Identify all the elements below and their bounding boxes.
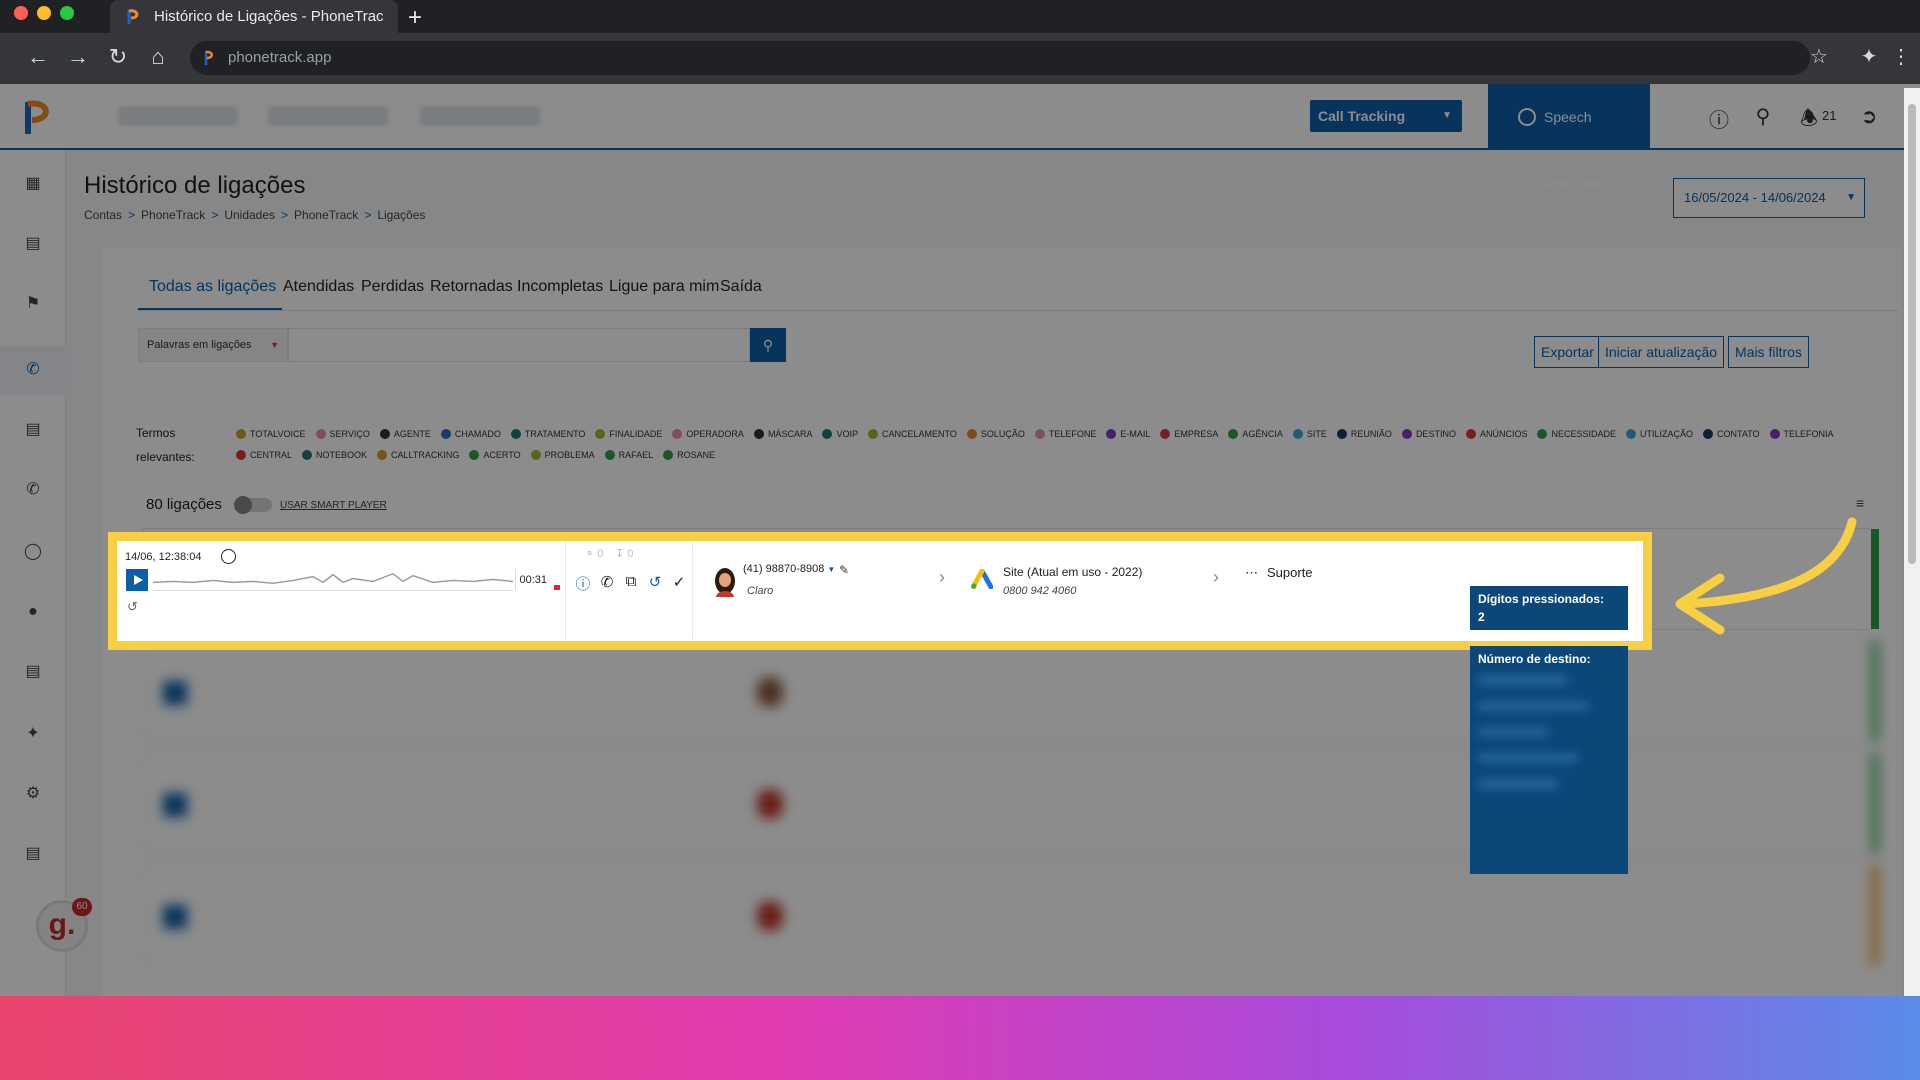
chevron-right-icon: › [1213, 567, 1219, 587]
back-icon[interactable]: ← [22, 41, 54, 73]
destination-tooltip: Número de destino: [1470, 646, 1628, 874]
dialpad-icon: ⋯ [1245, 565, 1258, 580]
volume-indicator [554, 585, 560, 590]
bookmark-star-icon[interactable]: ☆ [1804, 41, 1834, 73]
digits-tooltip: Dígitos pressionados: 2 [1470, 586, 1628, 630]
maximize-window-button[interactable] [60, 6, 74, 20]
url-text: phonetrack.app [228, 49, 332, 66]
listens-value: 0 [597, 548, 604, 560]
browser-tab-bar: Histórico de Ligações - PhoneTrac + [0, 0, 1920, 33]
extensions-icon[interactable]: ✦ [1854, 41, 1884, 73]
audio-waveform[interactable] [153, 569, 513, 591]
home-icon[interactable]: ⌂ [142, 41, 174, 73]
new-tab-button[interactable]: + [408, 4, 422, 32]
share-icon[interactable]: ✓ [670, 573, 688, 591]
tracking-number: 0800 942 4060 [1003, 585, 1077, 597]
history-icon[interactable]: ↺ [646, 573, 664, 591]
call-row-content: 14/06, 12:38:04 ⚬ 0 ↧ 0 00:31 ↺ ⓘ ✆ ⧉ ↺ … [117, 541, 1643, 641]
scrollbar-thumb[interactable] [1908, 104, 1916, 564]
reload-icon[interactable]: ↻ [102, 41, 134, 73]
call-source: Site (Atual em uso - 2022) [1003, 565, 1143, 579]
play-button[interactable] [126, 569, 148, 591]
column-divider [565, 541, 566, 641]
digits-value: 2 [1478, 610, 1485, 624]
listens-count: ⚬ 0 [585, 548, 604, 560]
destination-label: Número de destino: [1478, 652, 1591, 666]
tooltip-blurred-content [1478, 676, 1620, 788]
address-bar[interactable]: phonetrack.app [190, 41, 1810, 75]
close-window-button[interactable] [14, 6, 28, 20]
browser-menu-icon[interactable]: ⋮ [1886, 41, 1916, 73]
edit-icon[interactable]: ✎ [839, 563, 849, 577]
page-scrollbar[interactable] [1904, 88, 1920, 996]
downloads-value: 0 [627, 548, 634, 560]
chevron-right-icon: › [939, 567, 945, 587]
highlighted-call-row[interactable]: 14/06, 12:38:04 ⚬ 0 ↧ 0 00:31 ↺ ⓘ ✆ ⧉ ↺ … [108, 532, 1652, 650]
minimize-window-button[interactable] [37, 6, 51, 20]
loop-icon[interactable]: ↺ [127, 599, 138, 615]
sentiment-icon[interactable] [221, 549, 236, 564]
call-duration: 00:31 [515, 569, 547, 591]
tab-title: Histórico de Ligações - PhoneTrac [154, 8, 384, 25]
digits-label: Dígitos pressionados: [1478, 592, 1605, 606]
annotation-arrow-icon [1675, 517, 1857, 635]
forward-icon[interactable]: → [62, 41, 94, 73]
bottom-gradient-bar [0, 996, 1920, 1080]
column-divider [692, 541, 693, 641]
call-destination[interactable]: Suporte [1267, 565, 1313, 580]
caller-phone[interactable]: (41) 98870-8908 ▼ [743, 563, 835, 575]
google-ads-icon [971, 569, 993, 589]
browser-toolbar: ← → ↻ ⌂ phonetrack.app ☆ ✦ ⋮ [0, 33, 1920, 84]
caller-phone-value: (41) 98870-8908 [743, 563, 825, 575]
copy-icon[interactable]: ⧉ [622, 573, 640, 590]
site-icon [204, 50, 213, 65]
call-back-icon[interactable]: ✆ [598, 573, 616, 591]
info-icon[interactable]: ⓘ [574, 573, 592, 594]
call-datetime: 14/06, 12:38:04 [125, 551, 202, 563]
browser-tab[interactable]: Histórico de Ligações - PhoneTrac [110, 0, 398, 33]
downloads-count: ↧ 0 [615, 548, 634, 560]
caller-carrier: Claro [747, 585, 774, 597]
phonetrack-favicon-icon [127, 9, 139, 24]
chevron-down-icon[interactable]: ▼ [827, 565, 835, 574]
caller-avatar [715, 568, 735, 597]
